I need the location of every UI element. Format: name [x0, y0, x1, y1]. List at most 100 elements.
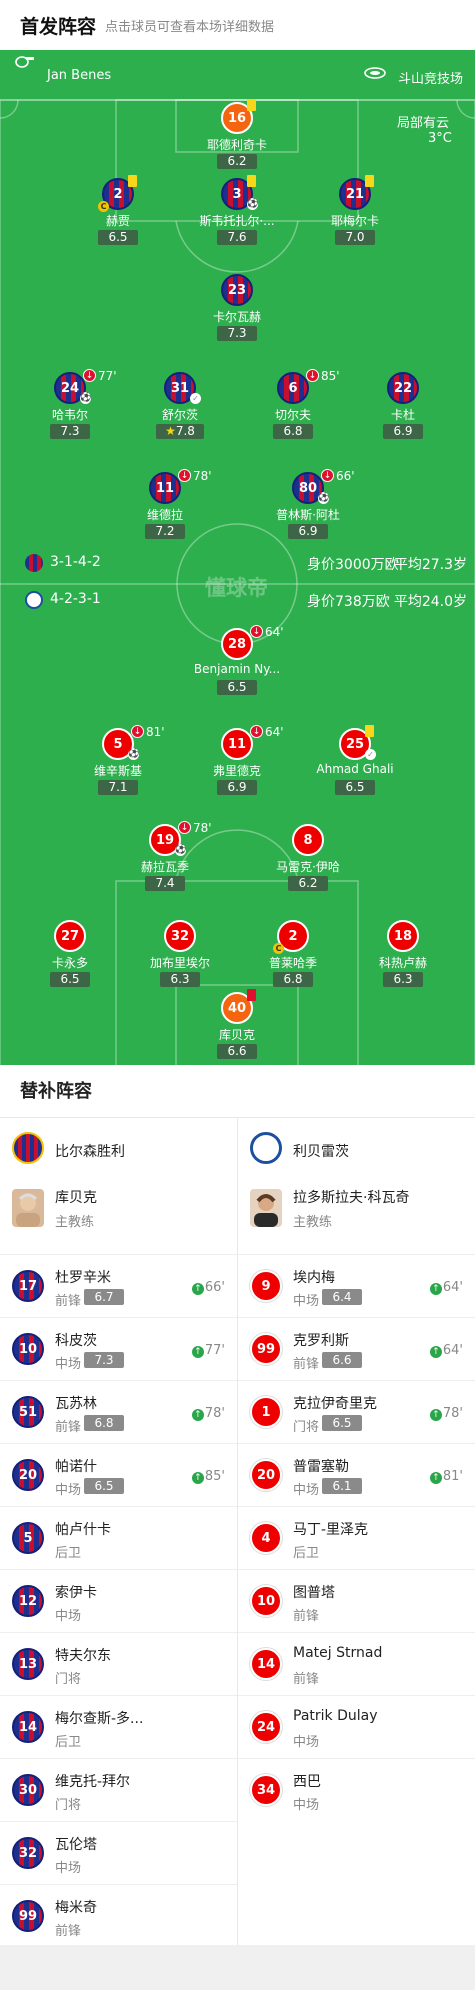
home-team-bar: 3-1-4-2 身价3000万欧 平均27.3岁 — [0, 553, 475, 573]
away-player-25[interactable]: 25 ✓ Ahmad Ghali 6.5 — [295, 725, 415, 804]
home-player-21[interactable]: 21 耶梅尔卡 7.0 — [295, 175, 415, 254]
away-player-11[interactable]: 11 ↓ 64' 弗里德克 6.9 — [177, 725, 297, 804]
sub-row[interactable]: 14 Matej Strnad 前锋 — [238, 1633, 475, 1696]
player-name: 哈韦尔 — [51, 408, 88, 422]
home-team-row[interactable]: 比尔森胜利 — [0, 1117, 237, 1179]
player-number: 32 — [12, 1837, 44, 1869]
away-player-40[interactable]: 40 库贝克 6.6 — [177, 989, 297, 1065]
sub-row[interactable]: 10 图普塔 前锋 — [238, 1570, 475, 1633]
sub-out-icon: ↓ — [131, 725, 144, 738]
player-rating: 6.3 — [383, 972, 423, 987]
away-player-18[interactable]: 18 科热卢赫 6.3 — [343, 920, 463, 996]
home-player-6[interactable]: 6 ↓ 85' 切尔夫 6.8 — [233, 369, 353, 448]
player-name: 瓦伦塔 — [55, 1837, 97, 1853]
sub-row[interactable]: 20 普雷塞勒 中场 6.1 ↑ 81' — [238, 1444, 475, 1507]
player-rating: 6.5 — [335, 780, 375, 795]
sub-row[interactable]: 10 科皮茨 中场 7.3 ↑ 77' — [0, 1318, 237, 1381]
sub-in-icon: ↑ — [191, 1283, 204, 1295]
away-player-2[interactable]: 2 C 普莱哈季 6.8 — [233, 920, 353, 996]
sub-out-icon: ↓ — [250, 625, 263, 638]
sub-out-time: 64' — [265, 725, 284, 739]
sub-row[interactable]: 20 帕诺什 中场 6.5 ↑ 85' — [0, 1444, 237, 1507]
player-name: 卡杜 — [390, 408, 415, 422]
player-name: 舒尔茨 — [161, 408, 198, 422]
away-player-28[interactable]: 28 ↓ 64' Benjamin Ny... 6.5 — [177, 625, 297, 704]
sub-row[interactable]: 24 Patrik Dulay 中场 — [238, 1696, 475, 1759]
yellow-card-icon — [247, 99, 256, 111]
home-formation: 3-1-4-2 — [50, 554, 101, 570]
player-position: 中场 — [55, 1609, 82, 1624]
goal-ball-icon: ⚽ — [175, 845, 187, 856]
sub-in-time: 64' — [442, 1343, 463, 1358]
sub-in-icon: ↑ — [191, 1409, 204, 1421]
home-player-2[interactable]: 2 C 赫贾 6.5 — [58, 175, 178, 254]
away-player-32[interactable]: 32 加布里埃尔 6.3 — [120, 920, 240, 996]
player-rating: 6.3 — [160, 972, 200, 987]
sub-row[interactable]: 4 马丁-里泽克 后卫 — [238, 1507, 475, 1570]
sub-in: ↑ 78' — [191, 1406, 225, 1421]
coach-avatar — [12, 1189, 44, 1227]
away-player-5[interactable]: 5 ↓ 81' ⚽ 维辛斯基 7.1 — [58, 725, 178, 804]
player-name: 图普塔 — [293, 1585, 335, 1601]
away-team-row[interactable]: 利贝雷茨 — [238, 1117, 475, 1179]
home-player-11[interactable]: 11 ↓ 78' 维德拉 7.2 — [105, 469, 225, 548]
player-number: 10 — [12, 1333, 44, 1365]
player-name: Matej Strnad — [293, 1645, 383, 1661]
player-position: 后卫 — [55, 1546, 82, 1561]
home-player-23[interactable]: 23 卡尔瓦赫 7.3 — [177, 274, 297, 350]
player-number: 12 — [12, 1585, 44, 1617]
sub-in-time: 66' — [204, 1280, 225, 1295]
coach-avatar — [250, 1189, 282, 1227]
player-rating: 7.3 — [84, 1352, 124, 1368]
sub-in-time: 85' — [204, 1469, 225, 1484]
player-position: 中场 — [293, 1294, 320, 1309]
player-name: 弗里德克 — [212, 764, 261, 778]
sub-row[interactable]: 12 索伊卡 中场 — [0, 1570, 237, 1633]
sub-row[interactable]: 14 梅尔查斯-多... 后卫 — [0, 1696, 237, 1759]
sub-row[interactable]: 13 特夫尔东 门将 — [0, 1633, 237, 1696]
player-name: Patrik Dulay — [293, 1708, 378, 1724]
sub-row[interactable]: 1 克拉伊奇里克 门将 6.5 ↑ 78' — [238, 1381, 475, 1444]
sub-row[interactable]: 5 帕卢什卡 后卫 — [0, 1507, 237, 1570]
player-name: 赫贾 — [105, 214, 130, 228]
sub-out-icon: ↓ — [321, 469, 334, 482]
captain-badge: C — [98, 201, 109, 212]
away-player-8[interactable]: 8 马雷克·伊哈 6.2 — [248, 824, 368, 900]
player-rating: 6.2 — [288, 876, 328, 891]
player-position: 后卫 — [55, 1735, 82, 1750]
home-player-3[interactable]: 3 ⚽ 斯韦托扎尔·... 7.6 — [177, 175, 297, 254]
home-player-22[interactable]: 22 卡杜 6.9 — [343, 372, 463, 448]
home-coach[interactable]: 库贝克 主教练 — [0, 1179, 237, 1255]
home-player-24[interactable]: 24 ↓ 77' ⚽ 哈韦尔 7.3 — [10, 369, 130, 448]
away-player-27[interactable]: 27 卡永多 6.5 — [10, 920, 130, 996]
sub-row[interactable]: 30 维克托-拜尔 门将 — [0, 1759, 237, 1822]
away-player-19[interactable]: 19 ↓ 78' ⚽ 赫拉瓦季 7.4 — [105, 821, 225, 900]
player-number: 9 — [250, 1270, 282, 1302]
player-name: 马丁-里泽克 — [293, 1522, 369, 1538]
sub-row[interactable]: 9 埃内梅 中场 6.4 ↑ 64' — [238, 1255, 475, 1318]
player-name: 克拉伊奇里克 — [293, 1396, 377, 1412]
red-card-icon — [247, 989, 256, 1001]
sub-out-icon: ↓ — [83, 369, 96, 382]
player-number: 14 — [250, 1648, 282, 1680]
home-player-80[interactable]: 80 ↓ 66' ⚽ 普林斯·阿杜 6.9 — [248, 469, 368, 548]
sub-row[interactable]: 34 西巴 中场 — [238, 1759, 475, 1822]
home-player-31[interactable]: 31 ✓ 舒尔茨 ★7.8 — [120, 372, 240, 448]
player-name: 卡尔瓦赫 — [212, 310, 261, 324]
sub-in: ↑ 78' — [429, 1406, 463, 1421]
sub-in-icon: ↑ — [429, 1472, 442, 1484]
away-coach[interactable]: 拉多斯拉夫·科瓦奇 主教练 — [238, 1179, 475, 1255]
sub-row[interactable]: 99 克罗利斯 前锋 6.6 ↑ 64' — [238, 1318, 475, 1381]
away-team-name: 利贝雷茨 — [293, 1144, 349, 1160]
star-icon: ★ — [165, 424, 176, 438]
sub-in: ↑ 64' — [429, 1280, 463, 1295]
player-rating: 6.8 — [273, 424, 313, 439]
player-name: 加布里埃尔 — [149, 956, 210, 970]
sub-row[interactable]: 17 杜罗辛米 前锋 6.7 ↑ 66' — [0, 1255, 237, 1318]
sub-row[interactable]: 32 瓦伦塔 中场 — [0, 1822, 237, 1885]
home-player-16[interactable]: 16 耶德利奇卡 6.2 — [177, 99, 297, 178]
player-rating: 6.5 — [98, 230, 138, 245]
sub-row[interactable]: 51 瓦苏林 前锋 6.8 ↑ 78' — [0, 1381, 237, 1444]
sub-row[interactable]: 99 梅米奇 前锋 — [0, 1885, 237, 1948]
goal-ball-icon: ⚽ — [247, 199, 259, 210]
